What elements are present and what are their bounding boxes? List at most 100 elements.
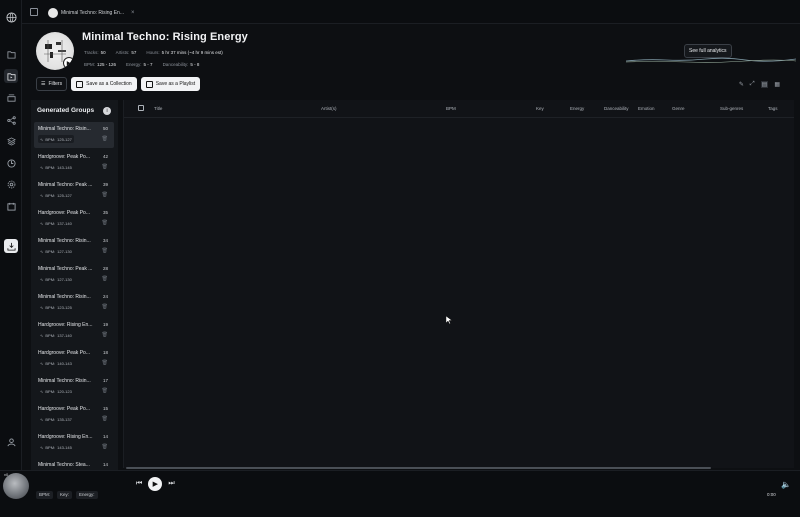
group-count: 17 <box>102 378 108 383</box>
trash-icon[interactable]: 🗑 <box>102 360 108 366</box>
layers-icon[interactable] <box>4 134 18 148</box>
list-view-icon[interactable]: ▤ <box>760 81 769 88</box>
calendar-icon[interactable] <box>4 199 18 213</box>
trash-icon[interactable]: 🗑 <box>102 192 108 198</box>
group-bpm-value: 143-145 <box>57 444 72 450</box>
group-item[interactable]: Hardgroove: Peak Po... 42 ∿ BPM: 143-145 🗑 <box>34 150 114 176</box>
tab-thumbnail <box>48 7 58 18</box>
waveform-icon: ∿ <box>40 136 44 142</box>
hours-value: 5 hr 37 mins (~4 hr 9 mins est) <box>161 50 223 55</box>
col-energy[interactable]: Energy <box>570 106 584 111</box>
group-item[interactable]: Hardgroove: Rising En... 14 ∿ BPM: 143-145 🗑 <box>34 430 114 456</box>
trash-icon[interactable]: 🗑 <box>102 304 108 310</box>
user-icon[interactable] <box>4 435 18 449</box>
filters-icon: ☰ <box>41 81 46 87</box>
save-playlist-label: Save as a Playlist <box>155 81 196 87</box>
waveform-icon: ∿ <box>40 192 44 198</box>
select-all-checkbox[interactable] <box>138 105 144 111</box>
previous-icon[interactable]: ⏮ <box>136 480 142 488</box>
group-count: 39 <box>102 182 108 187</box>
col-genre[interactable]: Genre <box>672 106 685 111</box>
trash-icon[interactable]: 🗑 <box>102 220 108 226</box>
trash-icon[interactable]: 🗑 <box>102 248 108 254</box>
group-item[interactable]: Minimal Techno: Risin... 24 ∿ BPM: 123-125 🗑 <box>34 290 114 316</box>
group-bpm-label: BPM: <box>45 388 56 394</box>
col-artists[interactable]: Artist(s) <box>321 106 337 111</box>
danceability-stat: Danceability: 5 - 8 <box>163 62 200 67</box>
group-count: 18 <box>102 350 108 355</box>
group-item[interactable]: Hardgroove: Rising En... 19 ∿ BPM: 137-140 🗑 <box>34 318 114 344</box>
waveform-icon: ∿ <box>40 416 44 422</box>
col-subgenres[interactable]: Sub-genres <box>720 106 743 111</box>
group-item[interactable]: Minimal Techno: Risin... 17 ∿ BPM: 120-123 🗑 <box>34 374 114 400</box>
expand-icon[interactable]: ⤢ <box>750 81 755 88</box>
group-bpm-label: BPM: <box>45 304 56 310</box>
group-bpm-value: 125-127 <box>57 136 72 142</box>
trash-icon[interactable]: 🗑 <box>102 444 108 450</box>
import-icon[interactable] <box>4 239 18 253</box>
group-bpm-value: 123-125 <box>57 304 72 310</box>
group-item[interactable]: Minimal Techno: Stea...14∿BPM:🗑 <box>34 458 114 470</box>
playlist-folder-icon[interactable] <box>4 69 18 83</box>
trash-icon[interactable]: 🗑 <box>102 164 108 170</box>
save-collection-button[interactable]: Save as a Collection <box>71 77 137 91</box>
stats-row-2: BPM: 125 - 126 Energy: 5 - 7 Danceability:… <box>84 62 199 67</box>
trash-icon[interactable]: 🗑 <box>102 136 108 142</box>
group-count: 14 <box>102 434 108 439</box>
tab-label: Minimal Techno: Rising En... <box>61 9 124 16</box>
col-bpm[interactable]: BPM <box>446 106 456 111</box>
artists-value: 57 <box>131 50 137 55</box>
group-bpm: ∿ BPM: 140-143 <box>38 359 74 367</box>
col-danceability[interactable]: Danceability <box>604 106 629 111</box>
volume-icon[interactable]: 🔈 <box>781 480 791 489</box>
trash-icon[interactable]: 🗑 <box>102 276 108 282</box>
save-collection-label: Save as a Collection <box>86 81 132 87</box>
info-icon[interactable]: i <box>103 107 111 115</box>
bpm-chip: BPM: <box>36 491 54 499</box>
sidebar-toggle-icon[interactable] <box>30 8 38 16</box>
group-name: Hardgroove: Rising En... <box>38 434 93 440</box>
edit-icon[interactable]: ✎ <box>739 81 744 88</box>
group-item[interactable]: Minimal Techno: Peak ... 28 ∿ BPM: 127-130 🗑 <box>34 262 114 288</box>
group-item[interactable]: Minimal Techno: Risin... 50 ∿ BPM: 125-127 🗑 <box>34 122 114 148</box>
tracks-value: 50 <box>100 50 106 55</box>
group-name: Minimal Techno: Stea... <box>38 462 90 468</box>
group-item[interactable]: Minimal Techno: Risin... 34 ∿ BPM: 127-130 🗑 <box>34 234 114 260</box>
folder-icon[interactable] <box>4 47 18 61</box>
trash-icon[interactable]: 🗑 <box>102 332 108 338</box>
settings-icon[interactable] <box>4 177 18 191</box>
trash-icon[interactable]: 🗑 <box>102 388 108 394</box>
close-icon[interactable]: × <box>131 10 135 16</box>
play-button[interactable]: ▶ <box>148 477 163 491</box>
tab-playlist[interactable]: Minimal Techno: Rising En... × <box>48 5 156 20</box>
group-item[interactable]: Hardgroove: Peak Po... 18 ∿ BPM: 140-143 🗑 <box>34 346 114 372</box>
group-item[interactable]: Hardgroove: Peak Po... 35 ∿ BPM: 137-140 🗑 <box>34 206 114 232</box>
col-key[interactable]: Key <box>536 106 544 111</box>
group-count: 50 <box>102 126 108 131</box>
waveform-icon: ∿ <box>40 444 44 450</box>
play-playlist-button[interactable]: ▶ <box>63 57 74 69</box>
history-icon[interactable] <box>4 156 18 170</box>
col-emotion[interactable]: Emotion <box>638 106 655 111</box>
group-item[interactable]: Hardgroove: Peak Po... 15 ∿ BPM: 135-137 🗑 <box>34 402 114 428</box>
energy-chip: Energy: <box>76 491 98 499</box>
grid-view-icon[interactable]: ▦ <box>774 81 780 88</box>
globe-logo-icon[interactable] <box>4 10 18 24</box>
col-title[interactable]: Title <box>154 106 162 111</box>
share-graph-icon[interactable] <box>4 113 18 127</box>
group-name: Minimal Techno: Risin... <box>38 126 91 132</box>
next-icon[interactable]: ⏭ <box>168 480 174 488</box>
trash-icon[interactable]: 🗑 <box>102 416 108 422</box>
waveform-icon: ∿ <box>40 220 44 226</box>
group-bpm-label: BPM: <box>45 276 56 282</box>
waveform-icon: ∿ <box>40 388 44 394</box>
horizontal-scrollbar[interactable] <box>126 467 711 469</box>
filters-button[interactable]: ☰ Filters <box>36 77 68 91</box>
col-tags[interactable]: Tags <box>768 106 778 111</box>
crate-icon[interactable] <box>4 91 18 105</box>
waveform-icon: ∿ <box>40 304 44 310</box>
version-badge: v0 <box>4 472 9 477</box>
group-item[interactable]: Minimal Techno: Peak ... 39 ∿ BPM: 125-127 🗑 <box>34 178 114 204</box>
save-playlist-button[interactable]: Save as a Playlist <box>140 77 201 91</box>
groups-heading: Generated Groups <box>37 107 95 114</box>
